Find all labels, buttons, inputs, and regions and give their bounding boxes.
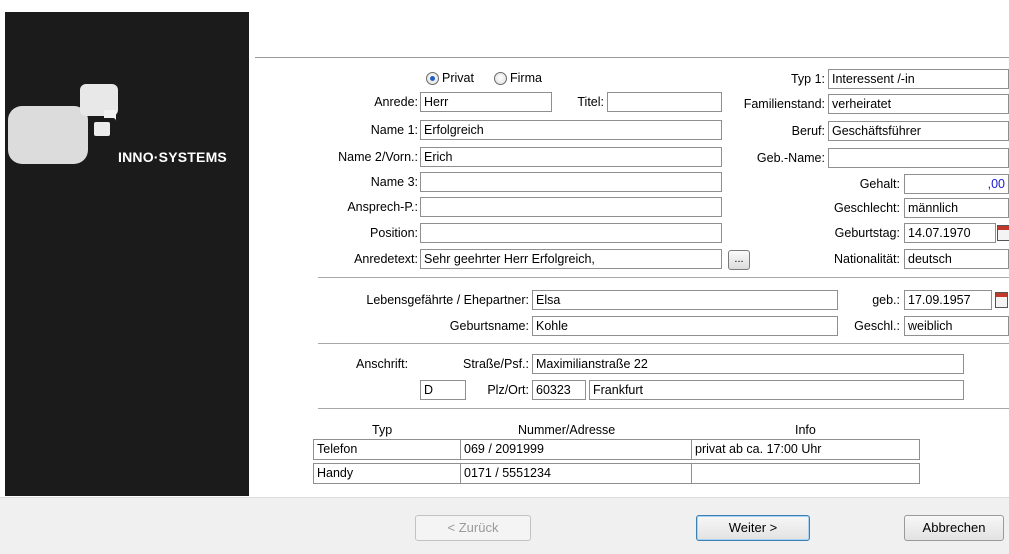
geburtsname-field[interactable]: Kohle bbox=[532, 316, 838, 336]
partner-field[interactable]: Elsa bbox=[532, 290, 838, 310]
anredetext-field[interactable]: Sehr geehrter Herr Erfolgreich, bbox=[420, 249, 722, 269]
position-field[interactable] bbox=[420, 223, 722, 243]
geburtsname-label: Geburtsname: bbox=[449, 319, 529, 333]
ansprech-label: Ansprech-P.: bbox=[347, 200, 418, 214]
anrede-field[interactable]: Herr bbox=[420, 92, 552, 112]
geschlecht-field[interactable]: männlich bbox=[904, 198, 1009, 218]
contacts-header-typ: Typ bbox=[372, 423, 393, 437]
gehalt-field[interactable]: ,00 bbox=[904, 174, 1009, 194]
beruf-field[interactable]: Geschäftsführer bbox=[828, 121, 1009, 141]
partner-geb-calendar-icon[interactable] bbox=[995, 292, 1008, 308]
radio-privat-label: Privat bbox=[442, 71, 474, 85]
name1-field[interactable]: Erfolgreich bbox=[420, 120, 722, 140]
radio-privat[interactable] bbox=[426, 72, 439, 85]
geburtstag-calendar-icon[interactable] bbox=[997, 225, 1009, 241]
partner-geschl-field[interactable]: weiblich bbox=[904, 316, 1009, 336]
name2-label: Name 2/Vorn.: bbox=[338, 150, 418, 164]
plz-field[interactable]: 60323 bbox=[532, 380, 586, 400]
next-button[interactable]: Weiter > bbox=[696, 515, 810, 541]
anrede-label: Anrede: bbox=[374, 95, 418, 109]
name3-field[interactable] bbox=[420, 172, 722, 192]
radio-firma[interactable] bbox=[494, 72, 507, 85]
land-field[interactable]: D bbox=[420, 380, 466, 400]
anredetext-label: Anredetext: bbox=[354, 252, 418, 266]
contact-row-2-nummer[interactable]: 0171 / 5551234 bbox=[460, 463, 692, 484]
beruf-label: Beruf: bbox=[791, 124, 825, 138]
contacts-header-nummer: Nummer/Adresse bbox=[518, 423, 616, 437]
gehalt-label: Gehalt: bbox=[859, 177, 900, 191]
contact-row-1-typ[interactable]: Telefon bbox=[313, 439, 461, 460]
contact-row-1-nummer[interactable]: 069 / 2091999 bbox=[460, 439, 692, 460]
ansprech-field[interactable] bbox=[420, 197, 722, 217]
gebname-label: Geb.-Name: bbox=[756, 151, 825, 165]
contact-row-1-info[interactable]: privat ab ca. 17:00 Uhr bbox=[691, 439, 920, 460]
gebname-field[interactable] bbox=[828, 148, 1009, 168]
familienstand-label: Familienstand: bbox=[743, 97, 825, 111]
strasse-label: Straße/Psf.: bbox=[463, 357, 529, 371]
anschrift-label: Anschrift: bbox=[356, 357, 409, 371]
radio-firma-label: Firma bbox=[510, 71, 542, 85]
back-button[interactable]: < Zurück bbox=[415, 515, 531, 541]
strasse-field[interactable]: Maximilianstraße 22 bbox=[532, 354, 964, 374]
inno-systems-logo-icon bbox=[8, 84, 118, 164]
section-divider-address bbox=[318, 343, 1009, 344]
partner-label: Lebensgefährte / Ehepartner: bbox=[366, 293, 529, 307]
ort-field[interactable]: Frankfurt bbox=[589, 380, 964, 400]
name2-field[interactable]: Erich bbox=[420, 147, 722, 167]
header-divider bbox=[255, 57, 1009, 58]
position-label: Position: bbox=[370, 226, 418, 240]
nationalitaet-label: Nationalität: bbox=[833, 252, 900, 266]
partner-geb-label: geb.: bbox=[872, 293, 900, 307]
brand-name: INNO·SYSTEMS bbox=[118, 149, 227, 165]
geburtstag-label: Geburtstag: bbox=[834, 226, 900, 240]
titel-label: Titel: bbox=[577, 95, 604, 109]
name1-label: Name 1: bbox=[370, 123, 418, 137]
contact-row-2-info[interactable] bbox=[691, 463, 920, 484]
section-divider-partner bbox=[318, 277, 1009, 278]
typ1-label: Typ 1: bbox=[790, 72, 825, 86]
nationalitaet-field[interactable]: deutsch bbox=[904, 249, 1009, 269]
plzort-label: Plz/Ort: bbox=[487, 383, 529, 397]
typ1-field[interactable]: Interessent /-in bbox=[828, 69, 1009, 89]
partner-geschl-label: Geschl.: bbox=[854, 319, 900, 333]
anredetext-more-button[interactable]: ... bbox=[728, 250, 750, 270]
contact-row-2-typ[interactable]: Handy bbox=[313, 463, 461, 484]
section-divider-contacts bbox=[318, 408, 1009, 409]
contacts-header-info: Info bbox=[795, 423, 816, 437]
geschlecht-label: Geschlecht: bbox=[833, 201, 900, 215]
partner-geb-field[interactable]: 17.09.1957 bbox=[904, 290, 992, 310]
geburtstag-field[interactable]: 14.07.1970 bbox=[904, 223, 996, 243]
familienstand-field[interactable]: verheiratet bbox=[828, 94, 1009, 114]
name3-label: Name 3: bbox=[370, 175, 418, 189]
cancel-button[interactable]: Abbrechen bbox=[904, 515, 1004, 541]
